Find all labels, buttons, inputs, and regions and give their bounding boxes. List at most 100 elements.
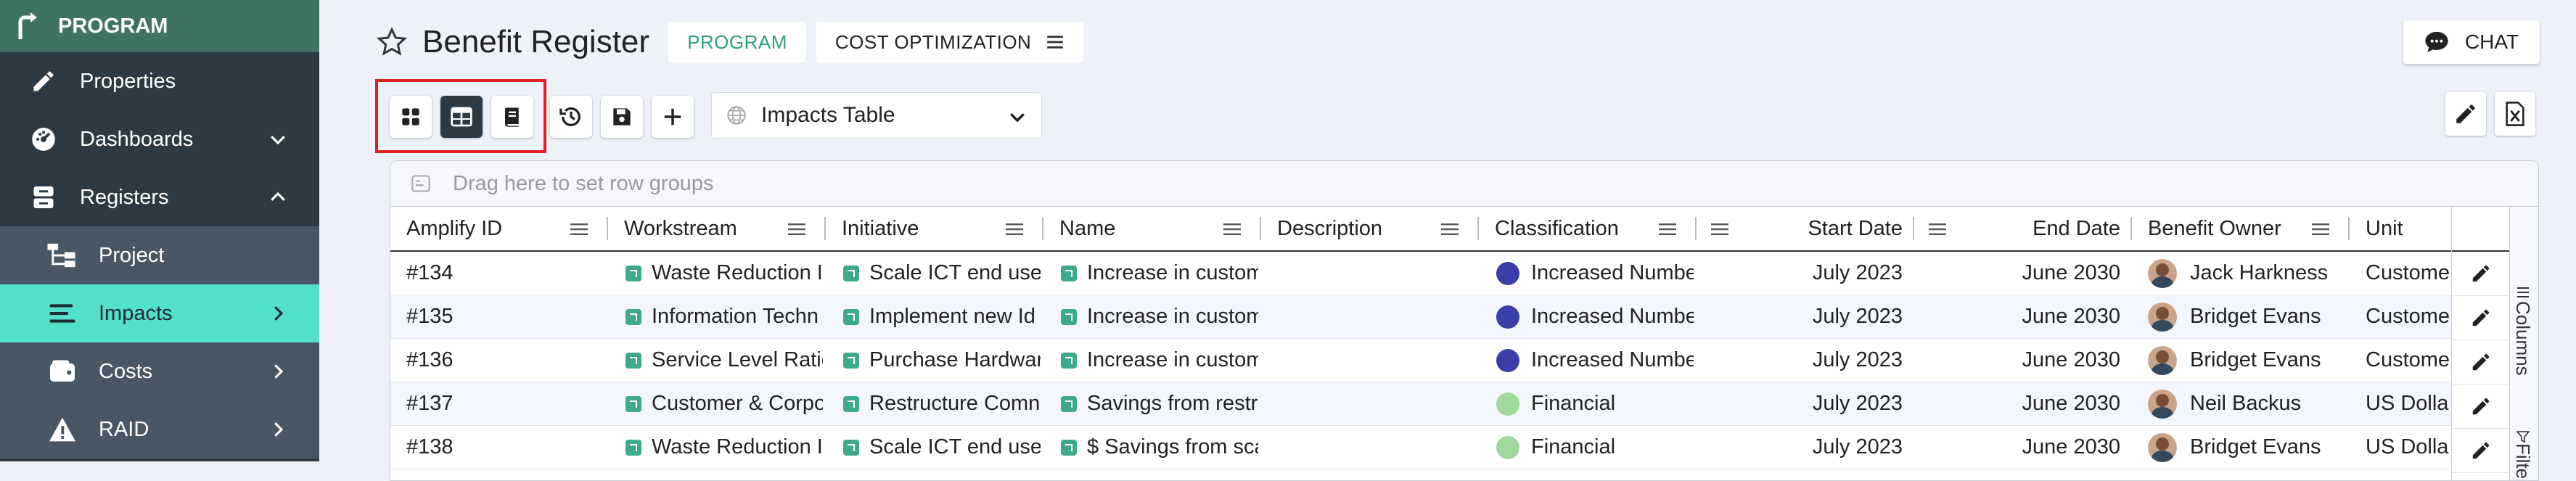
column-menu-icon[interactable] bbox=[1441, 223, 1459, 236]
column-menu-icon[interactable] bbox=[1006, 223, 1023, 236]
initiative-cell[interactable]: Restructure Comn bbox=[843, 382, 1041, 425]
start-date-cell: July 2023 bbox=[1697, 426, 1903, 469]
column-label: Description bbox=[1277, 216, 1383, 240]
card-view-button[interactable] bbox=[390, 96, 432, 138]
name-cell[interactable]: Increase in custom bbox=[1061, 339, 1258, 382]
column-header-end-date[interactable]: End Date bbox=[1914, 207, 2132, 250]
workstream-cell[interactable]: Information Techn bbox=[625, 295, 823, 338]
column-menu-icon[interactable] bbox=[1659, 223, 1676, 236]
grid-view-icon bbox=[402, 108, 419, 126]
columns-tab[interactable]: Columns bbox=[2511, 287, 2534, 376]
table-row[interactable]: #136 Service Level Ratic Purchase Hardwar I… bbox=[390, 339, 2451, 382]
benefit-owner-cell[interactable]: Bridget Evans bbox=[2148, 339, 2348, 382]
column-header-description[interactable]: Description bbox=[1261, 207, 1479, 250]
column-header-classification[interactable]: Classification bbox=[1479, 207, 1697, 250]
column-menu-icon[interactable] bbox=[2312, 223, 2329, 236]
column-menu-icon[interactable] bbox=[570, 223, 588, 236]
description-cell bbox=[1277, 426, 1473, 469]
pencil-icon bbox=[2472, 398, 2490, 415]
chat-button[interactable]: CHAT bbox=[2403, 20, 2540, 64]
start-date-value: July 2023 bbox=[1812, 392, 1903, 415]
cost-optimization-badge[interactable]: COST OPTIMIZATION bbox=[816, 22, 1084, 62]
name-cell[interactable]: $ Savings from sca bbox=[1061, 426, 1258, 469]
table-row[interactable]: #134 Waste Reduction I Scale ICT end user I… bbox=[390, 252, 2451, 295]
initiative-cell[interactable]: Scale ICT end user bbox=[843, 426, 1041, 469]
column-menu-icon[interactable] bbox=[1711, 223, 1728, 236]
column-header-workstream[interactable]: Workstream bbox=[608, 207, 826, 250]
chevron-up-icon bbox=[271, 192, 285, 201]
sidebar-item-project[interactable]: Project bbox=[0, 226, 319, 284]
classification-dot bbox=[1496, 305, 1519, 329]
table-view-button[interactable] bbox=[440, 96, 483, 138]
column-header-start-date[interactable]: Start Date bbox=[1697, 207, 1914, 250]
plus-icon bbox=[664, 108, 681, 126]
initiative-cell[interactable]: Purchase Hardwar bbox=[843, 339, 1041, 382]
row-edit-button[interactable] bbox=[2452, 385, 2510, 429]
sidebar-item-properties[interactable]: Properties bbox=[0, 52, 319, 110]
initiative-value: Scale ICT end user bbox=[869, 435, 1041, 459]
filters-tab[interactable]: Filters bbox=[2511, 430, 2534, 480]
initiative-cell[interactable]: Scale ICT end user bbox=[843, 252, 1041, 295]
chat-icon bbox=[2425, 31, 2448, 53]
name-cell[interactable]: Increase in custom bbox=[1061, 252, 1258, 295]
export-excel-button[interactable] bbox=[2495, 92, 2535, 136]
workstream-cell[interactable]: Waste Reduction I bbox=[625, 252, 823, 295]
book-view-button[interactable] bbox=[491, 96, 533, 138]
table-row[interactable]: #135 Information Techn Implement new Id Inc… bbox=[390, 295, 2451, 339]
amplify-id: #135 bbox=[406, 305, 454, 328]
edit-button[interactable] bbox=[2445, 92, 2486, 136]
history-button[interactable] bbox=[550, 96, 592, 138]
column-menu-icon[interactable] bbox=[1223, 223, 1241, 236]
unit-value: Custome bbox=[2366, 305, 2450, 328]
benefit-owner-cell[interactable]: Bridget Evans bbox=[2148, 295, 2348, 338]
column-header-benefit-owner[interactable]: Benefit Owner bbox=[2132, 207, 2350, 250]
workstream-cell[interactable]: Customer & Corpo bbox=[625, 382, 823, 425]
sidebar-item-raid[interactable]: RAID bbox=[0, 400, 319, 459]
end-date-value: June 2030 bbox=[2022, 392, 2120, 415]
sidebar-item-costs[interactable]: Costs bbox=[0, 342, 319, 400]
column-menu-icon[interactable] bbox=[788, 223, 805, 236]
row-edit-button[interactable] bbox=[2452, 296, 2510, 340]
name-cell[interactable]: Increase in custom bbox=[1061, 295, 1258, 338]
workstream-cell[interactable]: Service Level Ratic bbox=[625, 339, 823, 382]
name-cell[interactable]: Savings from restr bbox=[1061, 382, 1258, 425]
link-icon bbox=[1061, 352, 1077, 369]
row-edit-button[interactable] bbox=[2452, 252, 2510, 296]
program-badge[interactable]: PROGRAM bbox=[668, 22, 806, 62]
row-edit-button[interactable] bbox=[2452, 429, 2510, 473]
save-button[interactable] bbox=[601, 96, 643, 138]
avatar bbox=[2148, 432, 2177, 462]
column-header-unit[interactable]: Unit bbox=[2350, 207, 2451, 250]
initiative-cell[interactable]: Implement new Id bbox=[843, 295, 1041, 338]
column-label: Unit bbox=[2366, 216, 2403, 240]
link-icon bbox=[1061, 395, 1077, 412]
classification-value: Increased Numbe bbox=[1531, 305, 1694, 328]
benefit-owner-cell[interactable]: Jack Harkness bbox=[2148, 252, 2348, 295]
link-icon bbox=[625, 265, 641, 281]
column-label: Start Date bbox=[1808, 216, 1903, 240]
column-header-name[interactable]: Name bbox=[1043, 207, 1261, 250]
save-icon bbox=[613, 108, 631, 126]
workstream-cell[interactable]: Waste Reduction I bbox=[625, 426, 823, 469]
gauge-icon bbox=[28, 123, 60, 155]
column-header-amplify-id[interactable]: Amplify ID bbox=[390, 207, 608, 250]
table-row[interactable]: #138 Waste Reduction I Scale ICT end user $… bbox=[390, 426, 2451, 469]
sidebar-item-registers[interactable]: Registers bbox=[0, 168, 319, 226]
benefit-owner-cell[interactable]: Bridget Evans bbox=[2148, 426, 2348, 469]
row-edit-button[interactable] bbox=[2452, 340, 2510, 385]
description-cell bbox=[1277, 295, 1473, 338]
column-header-initiative[interactable]: Initiative bbox=[826, 207, 1043, 250]
star-icon[interactable] bbox=[376, 26, 408, 58]
add-button[interactable] bbox=[652, 96, 694, 138]
pencil-icon bbox=[2472, 265, 2490, 282]
row-group-panel[interactable]: Drag here to set row groups bbox=[390, 161, 2538, 207]
avatar bbox=[2148, 345, 2177, 375]
column-menu-icon[interactable] bbox=[1929, 223, 1946, 236]
sidebar-item-dashboards[interactable]: Dashboards bbox=[0, 110, 319, 168]
program-brand[interactable]: PROGRAM bbox=[0, 0, 319, 52]
sidebar-item-impacts[interactable]: Impacts bbox=[0, 284, 319, 342]
view-selector[interactable]: Impacts Table bbox=[711, 92, 1042, 139]
benefit-owner-cell[interactable]: Neil Backus bbox=[2148, 382, 2348, 425]
table-row[interactable]: #137 Customer & Corpo Restructure Comn Savi… bbox=[390, 382, 2451, 426]
pencil-icon bbox=[2456, 104, 2475, 123]
